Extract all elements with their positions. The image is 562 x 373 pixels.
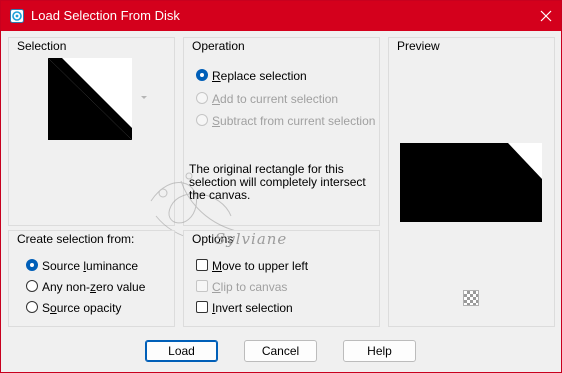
any-nonzero-value-label: Any non-zero value [42, 280, 146, 294]
radio-unchecked-icon[interactable] [26, 280, 38, 292]
replace-selection-label: Replace selection [212, 69, 307, 83]
preview-group: Preview [388, 37, 555, 327]
window-title: Load Selection From Disk [31, 8, 180, 23]
selection-thumbnail[interactable] [48, 58, 132, 140]
radio-checked-icon[interactable] [196, 69, 208, 81]
checkbox-unchecked-icon[interactable] [196, 301, 208, 313]
operation-info-text: The original rectangle for this selectio… [189, 162, 366, 202]
load-selection-dialog: Load Selection From Disk Selection Opera… [0, 0, 562, 373]
watermark-signature: Sylviane [215, 230, 288, 248]
move-to-upper-left-label: Move to upper left [212, 259, 309, 273]
checkbox-unchecked-icon[interactable] [196, 259, 208, 271]
transparency-checker-icon[interactable] [463, 290, 479, 306]
invert-selection-label: Invert selection [212, 301, 293, 315]
checkbox-unchecked-icon[interactable] [196, 280, 208, 292]
radio-unchecked-icon[interactable] [196, 114, 208, 126]
create-selection-group-title: Create selection from: [17, 232, 135, 246]
close-icon [540, 10, 552, 22]
help-button[interactable]: Help [343, 340, 416, 362]
add-to-selection-label: Add to current selection [212, 92, 339, 106]
preview-image [400, 143, 542, 222]
source-opacity-label: Source opacity [42, 301, 122, 315]
selection-shape [48, 58, 132, 140]
source-luminance-label: Source luminance [42, 259, 139, 273]
psp-selection-icon [10, 9, 24, 23]
radio-checked-icon[interactable] [26, 259, 38, 271]
clip-to-canvas-label: Clip to canvas [212, 280, 288, 294]
title-bar[interactable]: Load Selection From Disk [1, 1, 561, 31]
operation-group-title: Operation [192, 39, 245, 53]
selection-group-title: Selection [17, 39, 67, 53]
thumbnail-dropdown-icon[interactable] [141, 96, 147, 99]
close-button[interactable] [531, 1, 561, 31]
load-button[interactable]: Load [145, 340, 218, 362]
radio-unchecked-icon[interactable] [26, 301, 38, 313]
preview-canvas [400, 143, 542, 222]
subtract-from-selection-label: Subtract from current selection [212, 114, 376, 128]
preview-group-title: Preview [397, 39, 440, 53]
radio-unchecked-icon[interactable] [196, 92, 208, 104]
cancel-button[interactable]: Cancel [244, 340, 317, 362]
